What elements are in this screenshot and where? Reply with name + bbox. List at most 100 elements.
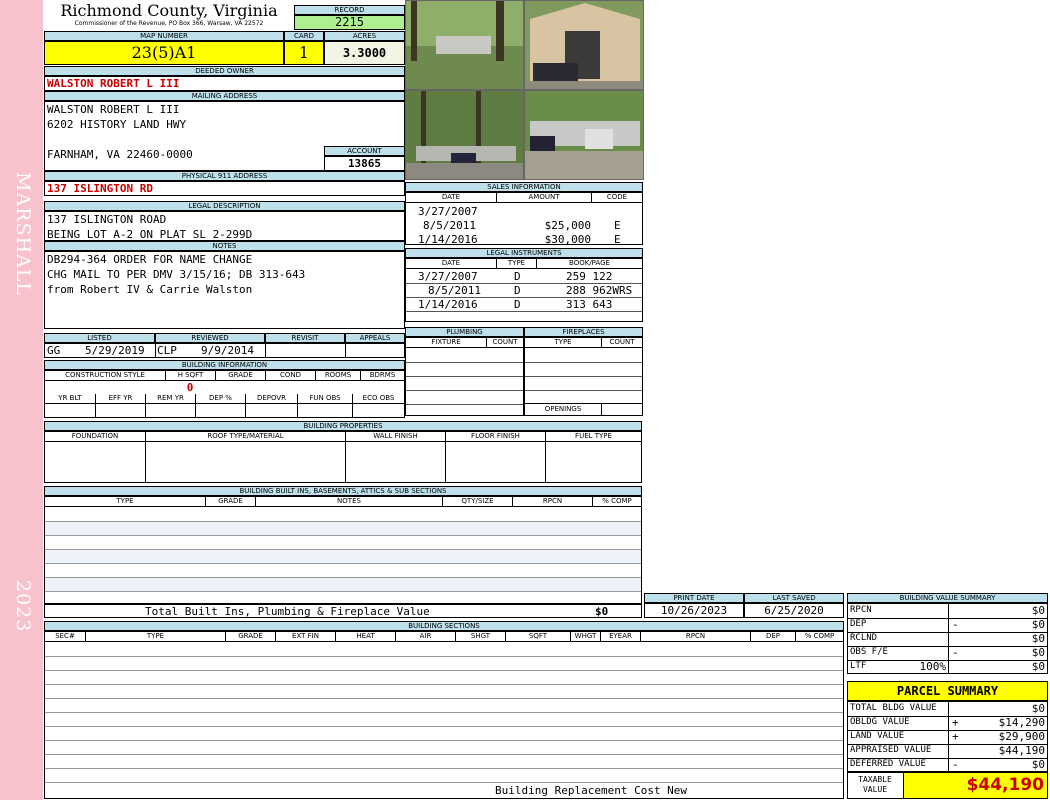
review-row: GG 5/29/2019 CLP 9/9/2014: [44, 343, 405, 358]
sec-shgt-header: SHGT: [455, 632, 505, 641]
vs-obs-sign: -: [952, 646, 959, 659]
vs-ltf-pct: 100%: [919, 660, 947, 673]
vs-rclnd-value: $0: [1031, 632, 1045, 645]
parcel-summary-title: PARCEL SUMMARY: [847, 681, 1048, 701]
physical-address: 137 ISLINGTON RD: [44, 181, 405, 196]
fireplaces-table: TYPE COUNT OPENINGS: [524, 337, 643, 416]
builtins-qty-header: QTY/SIZE: [442, 497, 512, 506]
record-header: RECORD: [294, 5, 405, 15]
vs-rpcn-label: RPCN: [850, 605, 872, 615]
print-date-header: PRINT DATE: [644, 593, 744, 603]
sec-rpcn-header: RPCN: [640, 632, 750, 641]
instruments-row-3-date: 1/14/2016: [418, 298, 478, 311]
sales-header: SALES INFORMATION: [405, 182, 643, 192]
map-number: 23(5)A1: [44, 41, 284, 65]
county-title: Richmond County, Virginia: [60, 1, 278, 20]
value-summary-table: RPCN $0 DEP - $0 RCLND $0 OBS F/E - $0 L…: [847, 603, 1048, 674]
legal-line-1: 137 ISLINGTON ROAD: [47, 213, 167, 226]
dep-pct-header: DEP %: [195, 394, 245, 403]
card-number: 1: [284, 41, 324, 65]
instruments-row-2-type: D: [514, 284, 521, 297]
vs-rpcn-value: $0: [1031, 604, 1045, 617]
replacement-cost-label: Building Replacement Cost New: [495, 784, 688, 797]
instruments-header: LEGAL INSTRUMENTS: [405, 248, 643, 258]
vs-ltf-value: $0: [1031, 660, 1045, 673]
builtins-rpcn-header: RPCN: [512, 497, 592, 506]
sidebar: MARSHALL 2023: [0, 0, 43, 800]
sec-dep-header: DEP: [750, 632, 795, 641]
sales-date-header: DATE: [441, 193, 461, 201]
mailing-line-3: FARNHAM, VA 22460-0000: [47, 148, 193, 161]
legal-description-header: LEGAL DESCRIPTION: [44, 201, 405, 211]
listed-header: LISTED: [44, 333, 155, 343]
ps-land-value: $29,900: [998, 730, 1045, 743]
property-photo-3: [405, 90, 524, 180]
property-photo-1: [405, 0, 524, 90]
taxable-value-row: TAXABLE VALUE $44,190: [847, 772, 1048, 799]
year-label: 2023: [12, 580, 34, 633]
ps-deferred-value: $0: [1031, 758, 1045, 771]
floor-finish-header: FLOOR FINISH: [445, 432, 545, 441]
instruments-row-3-book: 313 643: [566, 298, 613, 311]
reviewed-by: CLP: [157, 344, 177, 357]
revisit-header: REVISIT: [265, 333, 345, 343]
sales-row-3-amount: $30,000: [544, 233, 591, 246]
builtins-grade-header: GRADE: [205, 497, 255, 506]
sales-column-headers: DATE AMOUNT CODE: [406, 193, 642, 203]
building-info-table: CONSTRUCTION STYLE H SQFT GRADE COND ROO…: [44, 370, 405, 418]
eco-obs-header: ECO OBS: [352, 394, 404, 403]
notes-line-1: DB294-364 ORDER FOR NAME CHANGE: [47, 253, 253, 266]
sales-row-3-date: 1/14/2016: [418, 233, 478, 246]
hsqft-value: 0: [186, 381, 194, 394]
construction-style-header: CONSTRUCTION STYLE: [65, 371, 145, 379]
legal-line-2: BEING LOT A-2 ON PLAT SL 2-299D: [47, 228, 253, 241]
sec-whgt-header: WHGT: [570, 632, 600, 641]
sales-code-header: CODE: [591, 193, 642, 202]
parcel-summary-table: TOTAL BLDG VALUE $0 OBLDG VALUE + $14,29…: [847, 701, 1048, 772]
sec-eyear-header: EYEAR: [600, 632, 640, 641]
deeded-owner: WALSTON ROBERT L III: [44, 76, 405, 91]
neighborhood-label: MARSHALL: [12, 172, 34, 297]
account-header: ACCOUNT: [324, 146, 405, 156]
plumbing-count-header: COUNT: [486, 338, 523, 347]
sales-row-2-date: 8/5/2011: [423, 219, 476, 232]
instruments-row-1-type: D: [514, 270, 521, 283]
grade-header: GRADE: [215, 371, 265, 380]
notes-box: DB294-364 ORDER FOR NAME CHANGE CHG MAIL…: [44, 251, 405, 329]
vs-rclnd-label: RCLND: [850, 633, 878, 643]
depovr-header: DEPOVR: [245, 394, 297, 403]
wall-finish-header: WALL FINISH: [345, 432, 445, 441]
legal-description-box: 137 ISLINGTON ROAD BEING LOT A-2 ON PLAT…: [44, 211, 405, 241]
sec-heat-header: HEAT: [335, 632, 395, 641]
roof-header: ROOF TYPE/MATERIAL: [145, 432, 345, 441]
taxable-label-1: TAXABLE: [858, 775, 892, 784]
rem-yr-header: REM YR: [145, 394, 195, 403]
vs-dep-value: $0: [1031, 618, 1045, 631]
instruments-row-2-book: 288 962WRS: [566, 284, 633, 297]
sec-air-header: AIR: [395, 632, 455, 641]
hsqft-header: H SQFT: [165, 371, 215, 380]
instruments-table: DATE TYPE BOOK/PAGE 3/27/2007 D 259 122 …: [405, 258, 643, 322]
yr-blt-header: YR BLT: [58, 394, 82, 402]
builtins-total-value: $0: [595, 605, 609, 618]
sec-extfin-header: EXT FIN: [275, 632, 335, 641]
deeded-owner-header: DEEDED OWNER: [44, 66, 405, 76]
fuel-type-header: FUEL TYPE: [545, 432, 641, 441]
ps-land-sign: +: [952, 730, 959, 743]
sec-type-header: TYPE: [85, 632, 225, 641]
sales-row-3-code: E: [614, 233, 621, 246]
instruments-column-headers: DATE TYPE BOOK/PAGE: [406, 259, 642, 269]
mailing-line-2: 6202 HISTORY LAND HWY: [47, 118, 187, 131]
building-sections-header: BUILDING SECTIONS: [44, 621, 844, 631]
last-saved-date: 6/25/2020: [744, 603, 844, 618]
vs-dep-label: DEP: [850, 619, 867, 629]
reviewed-date: 9/9/2014: [201, 344, 254, 357]
ps-obldg-value: $14,290: [998, 716, 1045, 729]
instruments-book-header: BOOK/PAGE: [536, 259, 642, 268]
ps-appraised-value: $44,190: [998, 744, 1045, 757]
ps-appraised-label: APPRAISED VALUE: [850, 745, 932, 755]
ps-total-bldg-label: TOTAL BLDG VALUE: [850, 703, 937, 713]
building-properties-table: FOUNDATION ROOF TYPE/MATERIAL WALL FINIS…: [44, 431, 642, 483]
instruments-row-3-type: D: [514, 298, 521, 311]
sec-header: SEC#: [55, 632, 75, 640]
